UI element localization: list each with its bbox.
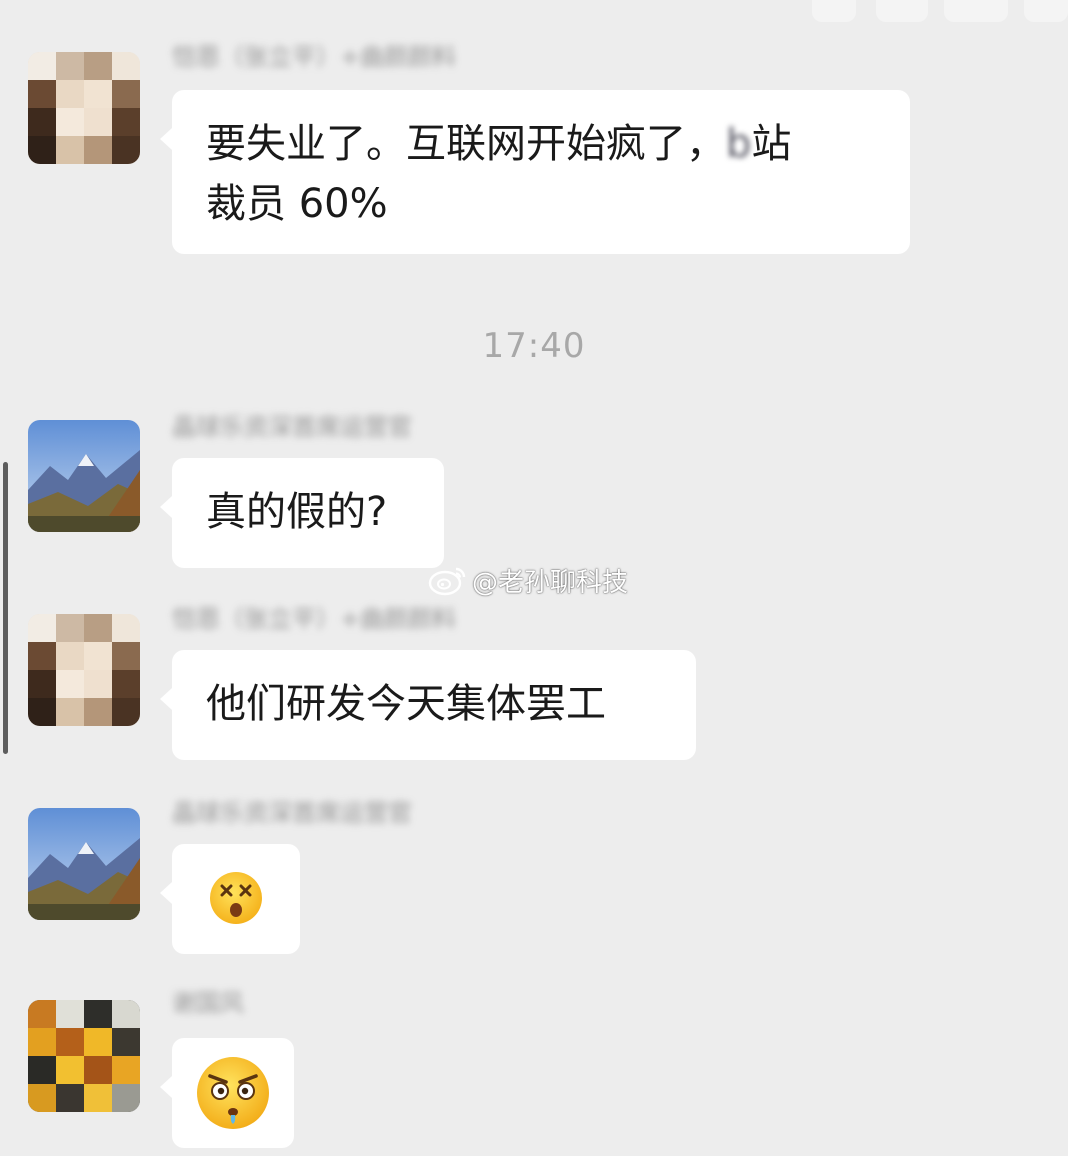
avatar-user-2[interactable] [28,420,140,532]
sender-nickname: 晶球乐资深首席运营官 [172,800,412,826]
timestamp: 17:40 [482,326,586,366]
message-bubble[interactable] [160,1038,294,1149]
message-text: 他们研发今天集体罢工 [206,681,606,727]
top-button-ghost-4[interactable] [1024,0,1068,22]
pixelated-portrait-avatar [28,614,140,726]
dizzy-face-emoji [208,870,264,943]
mountain-landscape-avatar [28,808,140,920]
message-bubble[interactable]: 真的假的? [160,458,444,568]
pixelated-flower-avatar [28,1000,140,1112]
angry-face-emoji [194,1054,272,1149]
top-button-ghost-1[interactable] [812,0,856,22]
message-bubble[interactable] [160,844,300,954]
message-bubble[interactable]: 他们研发今天集体罢工 [160,650,696,760]
weibo-icon [428,567,466,596]
chat-screen: 恺恩（张立平）+曲颜颜料 要失业了。互联网开始疯了，b站 裁员 60% 17:4… [0,0,1068,1156]
pixelated-portrait-avatar [28,52,140,164]
message-text: 要失业了。互联网开始疯了，b站 裁员 60% [206,121,792,227]
watermark: @老孙聊科技 [428,560,628,600]
scrollbar[interactable] [3,462,8,754]
top-button-ghost-2[interactable] [876,0,928,22]
avatar-user-2[interactable] [28,808,140,920]
avatar-user-3[interactable] [28,1000,140,1112]
avatar-user-1[interactable] [28,614,140,726]
top-button-ghost-3[interactable] [944,0,1008,22]
watermark-text: @老孙聊科技 [472,567,629,598]
sender-nickname: 恺恩（张立平）+曲颜颜料 [172,606,457,632]
avatar-user-1[interactable] [28,52,140,164]
message-text: 真的假的? [206,489,388,535]
message-bubble[interactable]: 要失业了。互联网开始疯了，b站 裁员 60% [160,90,910,254]
sender-nickname: 谢国风 [172,990,244,1016]
mountain-landscape-avatar [28,420,140,532]
sender-nickname: 恺恩（张立平）+曲颜颜料 [172,44,457,70]
sender-nickname: 晶球乐资深首席运营官 [172,414,412,440]
